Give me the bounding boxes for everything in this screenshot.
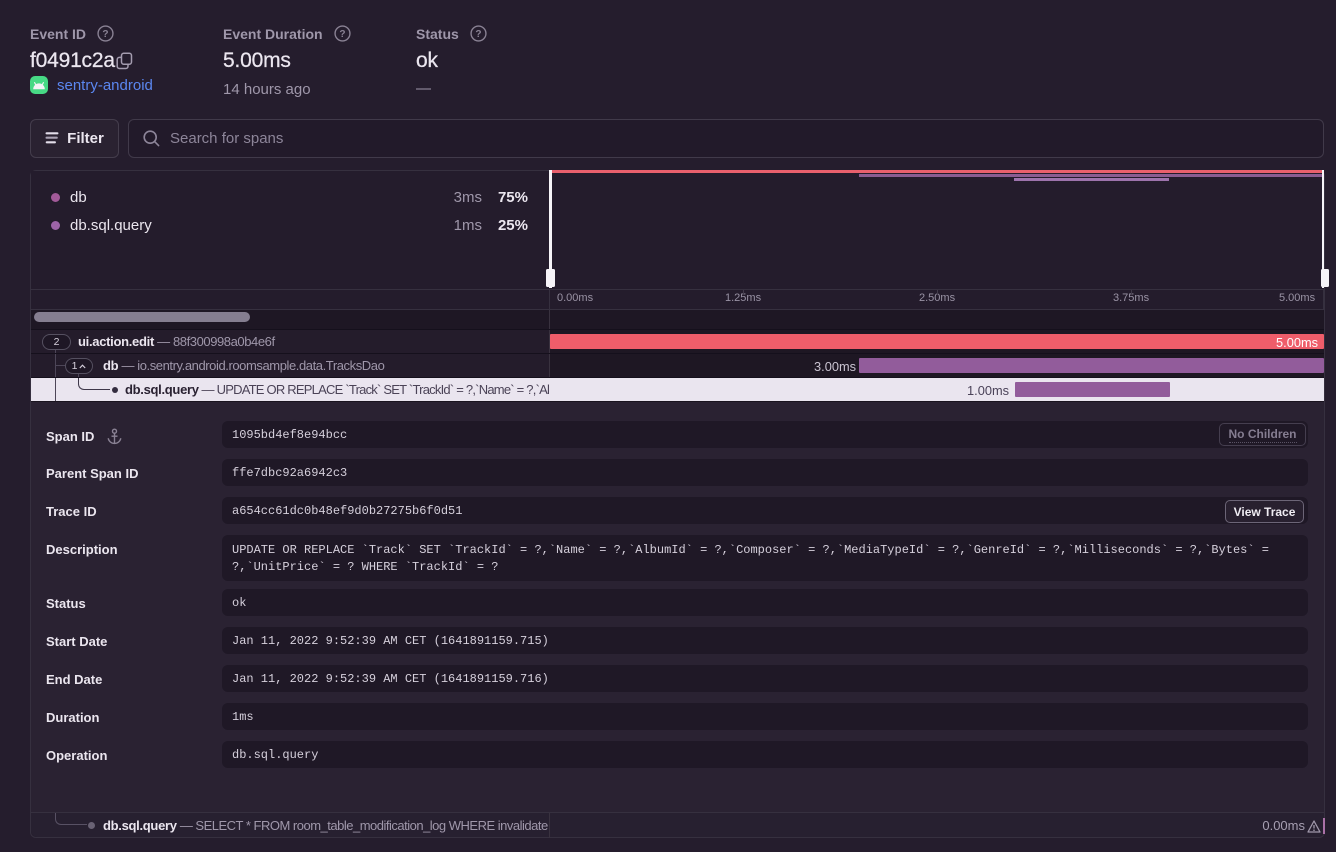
- svg-text:?: ?: [339, 29, 345, 40]
- svg-text:?: ?: [476, 29, 482, 40]
- svg-text:?: ?: [103, 29, 109, 40]
